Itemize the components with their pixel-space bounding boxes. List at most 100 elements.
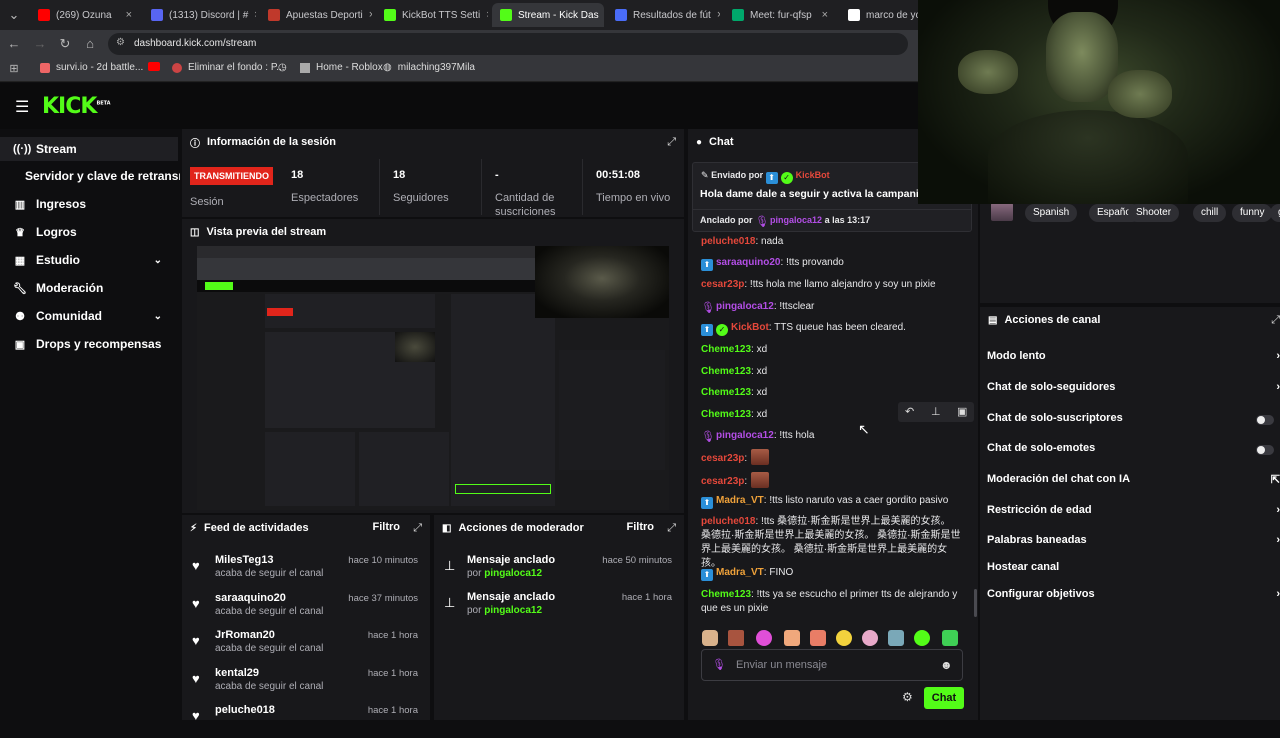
browser-tab[interactable]: Resultados de fút × bbox=[607, 3, 720, 27]
back-icon[interactable]: ← bbox=[6, 36, 22, 52]
site-info-icon[interactable]: ⚙ bbox=[116, 37, 125, 48]
chat-username[interactable]: Madra_VT bbox=[716, 495, 764, 506]
stream-tag[interactable]: funny bbox=[1232, 204, 1273, 222]
chat-message[interactable]: Cheme123: xd bbox=[701, 386, 963, 400]
chevron-right-icon[interactable]: › bbox=[1276, 588, 1280, 600]
emote-icon[interactable] bbox=[888, 630, 904, 646]
sidebar-item-stream[interactable]: ((·)) Stream bbox=[0, 137, 178, 161]
sidebar-item-moderacion[interactable]: 🔧︎ Moderación bbox=[0, 276, 178, 300]
expand-icon[interactable]: ⤢ bbox=[667, 522, 676, 535]
bookmark-roblox[interactable]: Home - Roblox bbox=[300, 62, 383, 73]
close-tab-icon[interactable]: × bbox=[822, 9, 828, 21]
bookmark-remove-bg[interactable]: Eliminar el fondo : P... bbox=[172, 62, 285, 73]
sidebar-item-ingresos[interactable]: ▥ Ingresos bbox=[0, 192, 178, 216]
emote-icon[interactable] bbox=[942, 630, 958, 646]
browser-tab[interactable]: Apuestas Deporti × bbox=[260, 3, 372, 27]
kick-logo[interactable]: KICKBETA bbox=[42, 94, 111, 119]
mod-action-user[interactable]: pingaloca12 bbox=[484, 605, 542, 616]
emote-icon[interactable] bbox=[728, 630, 744, 646]
chat-settings-icon[interactable]: ⚙ bbox=[902, 690, 913, 704]
chat-message[interactable]: ⬆ saraaquino20: !tts provando bbox=[701, 256, 963, 271]
chat-username[interactable]: pingaloca12 bbox=[716, 430, 774, 441]
channel-action-row[interactable]: Chat de solo-suscriptores bbox=[987, 412, 1280, 428]
chat-username[interactable]: Cheme123 bbox=[701, 366, 751, 377]
chat-message[interactable]: cesar23p: bbox=[701, 449, 963, 466]
chat-input[interactable]: 🎙︎ Enviar un mensaje ☻ bbox=[701, 649, 963, 681]
stream-tag[interactable]: Shooter bbox=[1128, 204, 1180, 222]
expand-icon[interactable]: ⤢ bbox=[1271, 314, 1280, 327]
chat-message[interactable]: ⬆ Madra_VT: !tts listo naruto vas a caer … bbox=[701, 494, 963, 509]
chat-message[interactable]: Cheme123: xd bbox=[701, 343, 963, 357]
close-tab-icon[interactable]: × bbox=[717, 9, 720, 21]
chat-username[interactable]: Cheme123 bbox=[701, 387, 751, 398]
forward-icon[interactable]: → bbox=[32, 36, 48, 52]
feed-username[interactable]: peluche018 bbox=[215, 704, 275, 716]
chat-username[interactable]: Madra_VT bbox=[716, 567, 764, 578]
url-field[interactable]: ⚙ dashboard.kick.com/stream bbox=[108, 33, 908, 55]
expand-icon[interactable]: ⤢ bbox=[667, 136, 676, 149]
channel-action-row[interactable]: Modo lento › bbox=[987, 350, 1280, 366]
feed-filter-button[interactable]: Filtro bbox=[373, 521, 401, 533]
channel-action-row[interactable]: Moderación del chat con IA ⇱ bbox=[987, 473, 1280, 489]
stream-tag[interactable]: Spanish bbox=[1025, 204, 1078, 222]
chat-message[interactable]: Cheme123: !tts ya se escucho el primer t… bbox=[701, 588, 963, 616]
toggle-switch[interactable] bbox=[1256, 415, 1274, 425]
emote-icon[interactable] bbox=[810, 630, 826, 646]
channel-action-row[interactable]: Restricción de edad › bbox=[987, 504, 1280, 520]
home-icon[interactable]: ⌂ bbox=[82, 36, 98, 52]
chat-username[interactable]: pingaloca12 bbox=[716, 301, 774, 312]
channel-action-row[interactable]: Configurar objetivos › bbox=[987, 588, 1280, 604]
chevron-right-icon[interactable]: › bbox=[1276, 381, 1280, 393]
bookmark-youtube[interactable] bbox=[148, 62, 160, 71]
channel-action-row[interactable]: Chat de solo-emotes bbox=[987, 442, 1280, 458]
sidebar-item-drops[interactable]: ▣ Drops y recompensas bbox=[0, 332, 178, 356]
close-tab-icon[interactable]: × bbox=[486, 9, 488, 21]
reload-icon[interactable]: ↻ bbox=[57, 36, 73, 52]
chat-username[interactable]: cesar23p bbox=[701, 476, 744, 487]
browser-tab[interactable]: Meet: fur-qfsp × bbox=[724, 3, 836, 27]
chat-username[interactable]: Cheme123 bbox=[701, 409, 751, 420]
emoji-icon[interactable]: ☻ bbox=[940, 658, 953, 672]
toggle-switch[interactable] bbox=[1256, 445, 1274, 455]
emote-icon[interactable] bbox=[862, 630, 878, 646]
chat-username[interactable]: cesar23p bbox=[701, 453, 744, 464]
close-tab-icon[interactable]: × bbox=[369, 9, 372, 21]
chat-message[interactable]: cesar23p: bbox=[701, 472, 963, 489]
chevron-right-icon[interactable]: › bbox=[1276, 350, 1280, 362]
pin-icon[interactable]: ⊥ bbox=[931, 405, 941, 418]
chat-username[interactable]: cesar23p bbox=[701, 279, 744, 290]
chat-message[interactable]: peluche018: nada bbox=[701, 235, 963, 249]
feed-username[interactable]: JrRoman20 bbox=[215, 629, 275, 641]
close-tab-icon[interactable]: × bbox=[126, 9, 132, 21]
feed-username[interactable]: MilesTeg13 bbox=[215, 554, 274, 566]
category-thumbnail[interactable] bbox=[991, 203, 1013, 221]
close-tab-icon[interactable]: × bbox=[254, 9, 256, 21]
chat-message[interactable]: 🎙︎pingaloca12: !tts hola bbox=[701, 429, 963, 443]
feed-username[interactable]: kental29 bbox=[215, 667, 259, 679]
channel-action-row[interactable]: Chat de solo-seguidores › bbox=[987, 381, 1280, 397]
sidebar-item-estudio[interactable]: ▦ Estudio ⌄ bbox=[0, 248, 178, 272]
chat-scrollbar[interactable] bbox=[974, 589, 977, 617]
delete-icon[interactable]: ▣ bbox=[957, 405, 967, 418]
stream-tag[interactable]: gam bbox=[1270, 204, 1280, 222]
emote-icon[interactable] bbox=[702, 630, 718, 646]
mod-action-user[interactable]: pingaloca12 bbox=[484, 568, 542, 579]
bookmark-survi[interactable]: survi.io - 2d battle... bbox=[40, 62, 143, 73]
browser-tab[interactable]: marco de youtu bbox=[840, 3, 918, 27]
chat-message[interactable]: 🎙︎pingaloca12: !ttsclear bbox=[701, 300, 963, 314]
chat-username[interactable]: saraaquino20 bbox=[716, 257, 780, 268]
menu-icon[interactable]: ☰ bbox=[15, 97, 29, 117]
browser-tab[interactable]: KickBot TTS Setti × bbox=[376, 3, 488, 27]
channel-action-row[interactable]: Palabras baneadas › bbox=[987, 534, 1280, 550]
stream-tag[interactable]: chill bbox=[1193, 204, 1227, 222]
chat-username[interactable]: Cheme123 bbox=[701, 344, 751, 355]
sidebar-item-server-key[interactable]: Servidor y clave de retransmisión bbox=[0, 164, 180, 188]
chat-message[interactable]: peluche018: !tts 桑德拉·斯金斯是世界上最美麗的女孩。 桑德拉·… bbox=[701, 515, 963, 571]
apps-grid-icon[interactable]: ⊞ bbox=[6, 61, 22, 77]
feed-username[interactable]: saraaquino20 bbox=[215, 592, 286, 604]
chat-message[interactable]: Cheme123: xd bbox=[701, 365, 963, 379]
browser-tab[interactable]: (269) Ozuna × bbox=[30, 3, 140, 27]
reply-icon[interactable]: ↶ bbox=[905, 405, 914, 418]
emote-icon[interactable] bbox=[784, 630, 800, 646]
stream-preview-video[interactable] bbox=[197, 246, 669, 510]
